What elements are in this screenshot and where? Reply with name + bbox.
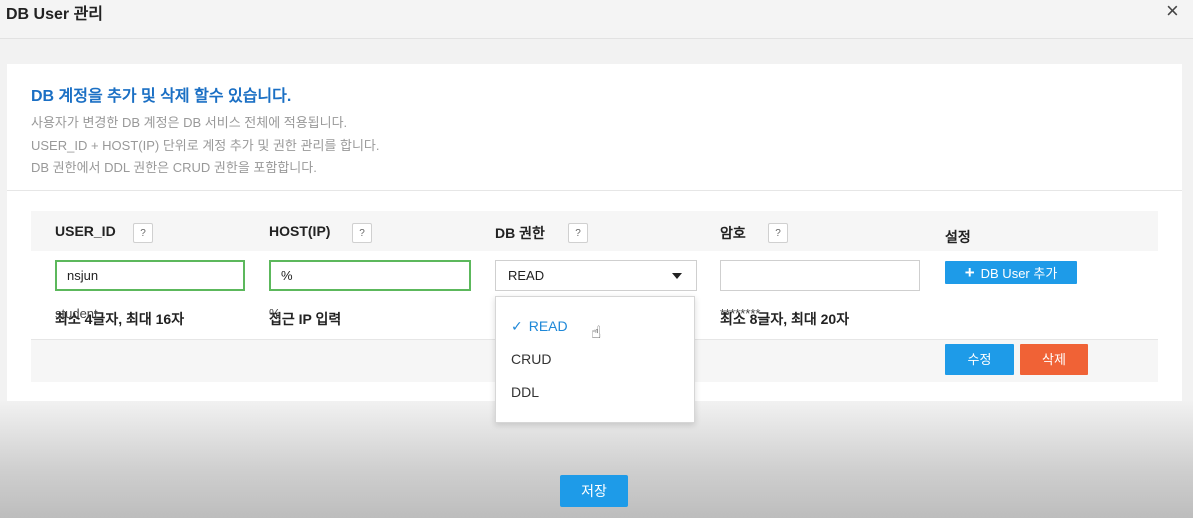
caret-down-icon xyxy=(672,273,682,279)
info-heading: DB 계정을 추가 및 삭제 할수 있습니다. xyxy=(31,88,292,105)
info-line: DB 권한에서 DDL 권한은 CRUD 권한을 포함합니다. xyxy=(31,160,317,175)
check-icon: ✓ xyxy=(511,318,523,334)
help-privilege-icon[interactable]: ? xyxy=(568,223,588,243)
privilege-select[interactable]: READ xyxy=(495,260,697,291)
column-header-settings: 설정 xyxy=(945,229,971,245)
option-label: READ xyxy=(528,318,568,334)
user-id-input[interactable]: nsjun xyxy=(55,260,245,291)
help-password-icon[interactable]: ? xyxy=(768,223,788,243)
info-section: DB 계정을 추가 및 삭제 할수 있습니다. 사용자가 변경한 DB 계정은 … xyxy=(7,64,1182,191)
column-header-user-id: USER_ID xyxy=(55,223,116,239)
column-header-privilege: DB 권한 xyxy=(495,225,545,241)
close-icon[interactable]: × xyxy=(1166,0,1179,22)
privilege-select-value: READ xyxy=(508,268,545,283)
plus-icon: + xyxy=(964,263,975,282)
password-input[interactable] xyxy=(720,260,920,291)
hand-pointer-cursor-icon: ☝ xyxy=(591,323,602,342)
dropdown-option-read[interactable]: ✓ READ xyxy=(511,318,568,335)
host-input[interactable]: % xyxy=(269,260,471,291)
info-line: USER_ID + HOST(IP) 단위로 계정 추가 및 권한 관리를 합니… xyxy=(31,138,380,153)
dropdown-option-crud[interactable]: CRUD xyxy=(511,351,551,367)
dialog-titlebar: DB User 관리 × xyxy=(0,0,1193,39)
user-id-cell: student xyxy=(55,306,98,321)
password-cell: ******** xyxy=(720,306,761,321)
save-button[interactable]: 저장 xyxy=(560,475,628,507)
help-host-icon[interactable]: ? xyxy=(352,223,372,243)
delete-button[interactable]: 삭제 xyxy=(1020,344,1088,375)
host-cell: % xyxy=(269,306,281,321)
column-header-host: HOST(IP) xyxy=(269,223,331,239)
column-header-password: 암호 xyxy=(720,225,746,241)
edit-button[interactable]: 수정 xyxy=(945,344,1014,375)
dropdown-option-ddl[interactable]: DDL xyxy=(511,384,539,400)
privilege-dropdown-menu: ✓ READ CRUD DDL xyxy=(495,296,695,423)
dialog-title: DB User 관리 xyxy=(6,6,104,23)
info-line: 사용자가 변경한 DB 계정은 DB 서비스 전체에 적용됩니다. xyxy=(31,115,348,130)
add-db-user-button[interactable]: + DB User 추가 xyxy=(945,261,1077,284)
help-user-id-icon[interactable]: ? xyxy=(133,223,153,243)
add-db-user-label: DB User 추가 xyxy=(980,266,1058,281)
